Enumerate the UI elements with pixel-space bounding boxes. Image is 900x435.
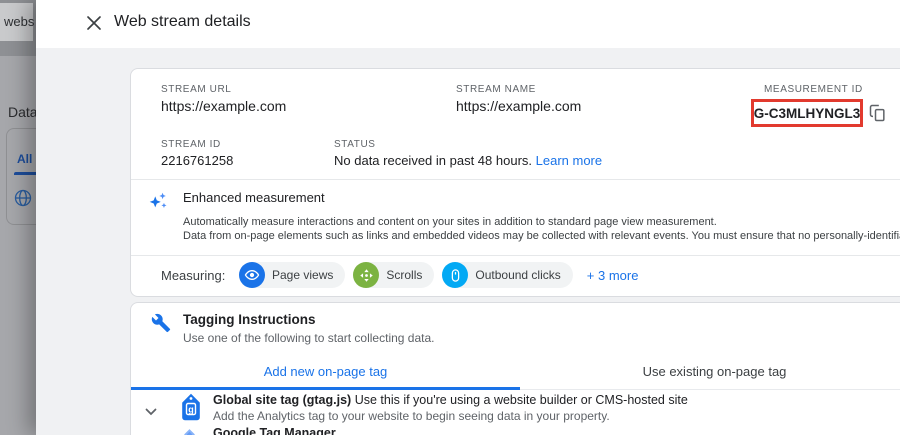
gtag-row-subtitle: Add the Analytics tag to your website to… xyxy=(213,409,610,423)
screen: webs Data All Web stream details STREAM … xyxy=(0,0,900,435)
background-partial-title: webs xyxy=(0,3,33,41)
enhanced-measurement-description-1: Automatically measure interactions and c… xyxy=(183,216,717,228)
stream-name-label: STREAM NAME xyxy=(456,84,536,95)
measuring-chips: Page views Scrolls Outbound clicks xyxy=(239,262,638,288)
enhanced-measurement-title: Enhanced measurement xyxy=(183,190,325,205)
chip-outbound-clicks: Outbound clicks xyxy=(442,262,572,288)
stream-url-label: STREAM URL xyxy=(161,84,231,95)
eye-icon xyxy=(239,262,265,288)
status-learn-more-link[interactable]: Learn more xyxy=(536,153,602,168)
enhanced-measurement-description-2: Data from on-page elements such as links… xyxy=(183,230,900,242)
tab-label: Use existing on-page tag xyxy=(643,364,787,379)
tagging-tabs: Add new on-page tag Use existing on-page… xyxy=(131,353,900,390)
svg-text:g: g xyxy=(188,405,194,415)
tab-add-new-on-page-tag[interactable]: Add new on-page tag xyxy=(131,353,520,389)
globe-icon xyxy=(13,188,33,213)
chip-page-views: Page views xyxy=(239,262,345,288)
stream-url-value: https://example.com xyxy=(161,98,286,114)
chevron-down-icon[interactable] xyxy=(145,403,157,421)
gtag-row-title[interactable]: Global site tag (gtag.js) Use this if yo… xyxy=(213,393,688,407)
gtag-tag-icon: g xyxy=(181,393,201,426)
more-chips-link[interactable]: + 3 more xyxy=(587,268,639,283)
tagging-instructions-card: Tagging Instructions Use one of the foll… xyxy=(130,302,900,435)
gtag-row-title-bold: Global site tag (gtag.js) xyxy=(213,393,351,407)
stream-name-value: https://example.com xyxy=(456,98,581,114)
modal-title: Web stream details xyxy=(114,13,251,31)
background-data-label: Data xyxy=(8,104,38,120)
background-tab-underline xyxy=(14,172,36,175)
chip-label: Outbound clicks xyxy=(475,268,560,282)
copy-icon[interactable] xyxy=(868,103,888,123)
chip-label: Scrolls xyxy=(386,268,422,282)
google-tag-manager-title[interactable]: Google Tag Manager xyxy=(213,426,336,435)
divider xyxy=(131,255,900,256)
measurement-id-highlight: G-C3MLHYNGL3 xyxy=(751,99,863,127)
chip-label: Page views xyxy=(272,268,333,282)
wrench-icon xyxy=(151,313,171,338)
modal-body: STREAM URL https://example.com STREAM NA… xyxy=(36,48,900,435)
status-label: STATUS xyxy=(334,139,376,150)
background-tab-all: All xyxy=(17,152,32,166)
divider xyxy=(131,179,900,180)
web-stream-details-modal: Web stream details STREAM URL https://ex… xyxy=(36,0,900,435)
google-tag-manager-icon xyxy=(183,428,196,435)
status-value: No data received in past 48 hours. Learn… xyxy=(334,153,602,168)
tab-use-existing-on-page-tag[interactable]: Use existing on-page tag xyxy=(520,353,900,389)
status-text: No data received in past 48 hours. xyxy=(334,153,536,168)
close-icon[interactable] xyxy=(86,15,102,31)
modal-header: Web stream details xyxy=(36,0,900,48)
sparkle-icon xyxy=(147,190,169,217)
tagging-instructions-subtitle: Use one of the following to start collec… xyxy=(183,331,434,345)
tagging-instructions-title: Tagging Instructions xyxy=(183,312,316,327)
measurement-id-value: G-C3MLHYNGL3 xyxy=(754,106,861,121)
measuring-label: Measuring: xyxy=(161,268,225,283)
stream-details-card: STREAM URL https://example.com STREAM NA… xyxy=(130,68,900,297)
dimmed-background-page: webs Data All xyxy=(0,0,36,435)
gtag-row-title-rest: Use this if you're using a website build… xyxy=(351,393,688,407)
stream-id-value: 2216761258 xyxy=(161,153,233,168)
measurement-id-label: MEASUREMENT ID xyxy=(764,84,863,95)
stream-id-label: STREAM ID xyxy=(161,139,221,150)
chip-scrolls: Scrolls xyxy=(353,262,434,288)
tab-label: Add new on-page tag xyxy=(264,364,388,379)
mouse-icon xyxy=(442,262,468,288)
scroll-icon xyxy=(353,262,379,288)
